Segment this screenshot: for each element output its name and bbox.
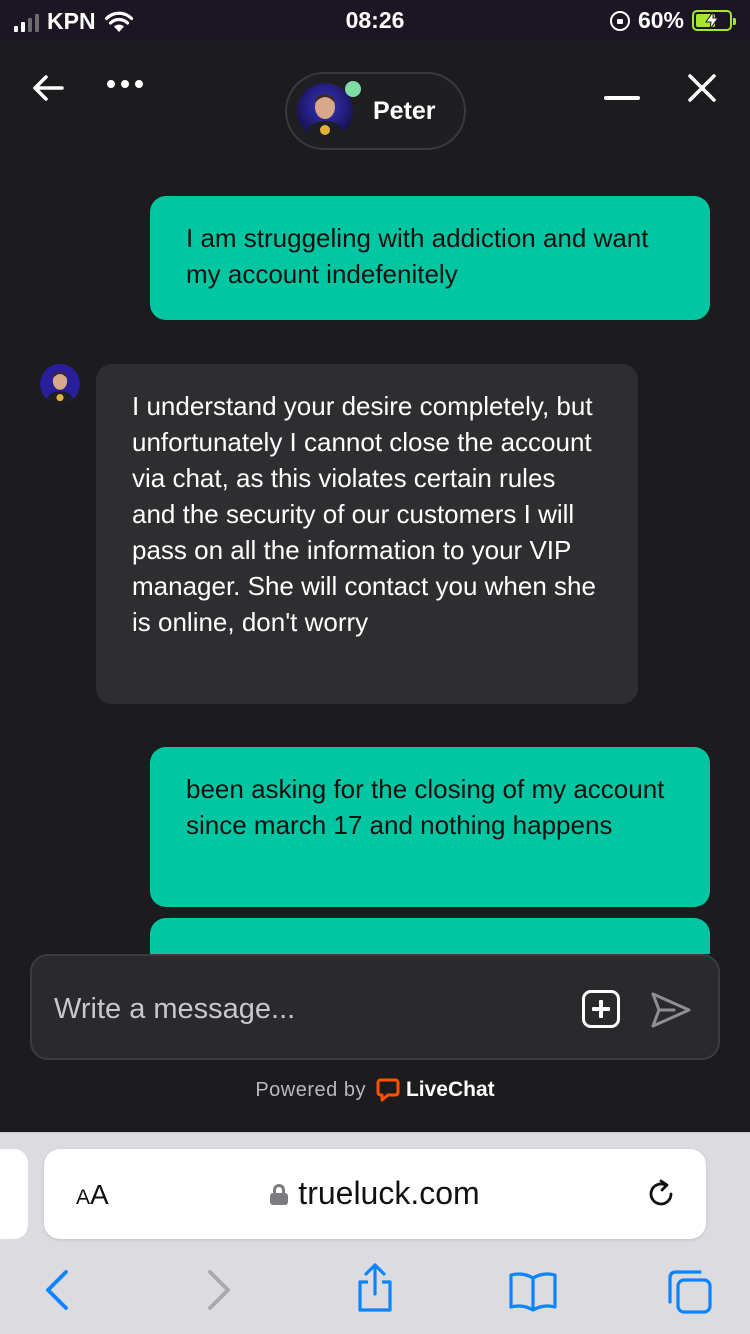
url-display[interactable]: trueluck.com <box>44 1175 706 1212</box>
battery-percent: 60% <box>637 7 684 33</box>
battery-charging-icon <box>692 10 736 31</box>
more-icon[interactable] <box>107 80 143 88</box>
avatar <box>297 81 361 139</box>
bookmarks-icon[interactable] <box>508 1270 558 1312</box>
browser-address-area: AA trueluck.com <box>0 1132 750 1252</box>
forward-icon[interactable] <box>204 1266 234 1314</box>
chat-header: Peter <box>0 40 750 170</box>
minimize-icon[interactable] <box>604 96 640 100</box>
add-attachment-icon[interactable] <box>582 990 620 1028</box>
online-status-dot <box>345 81 361 97</box>
visitor-message: I am struggeling with addiction and want… <box>150 196 710 320</box>
visitor-message: been asking for the closing of my accoun… <box>150 747 710 907</box>
livechat-brand-label: LiveChat <box>405 1078 495 1101</box>
back-icon[interactable] <box>42 1266 72 1314</box>
powered-by-label: Powered by <box>255 1078 366 1101</box>
agent-avatar-small <box>40 364 80 404</box>
message-list[interactable]: I am struggeling with addiction and want… <box>0 170 750 954</box>
reload-icon[interactable] <box>644 1177 678 1211</box>
orientation-lock-icon <box>609 10 630 31</box>
message-composer <box>30 954 720 1060</box>
back-arrow-icon[interactable] <box>30 70 66 106</box>
livechat-brand[interactable]: LiveChat <box>376 1078 495 1102</box>
message-input[interactable] <box>54 984 574 1034</box>
visitor-message-partial <box>150 918 710 954</box>
close-icon[interactable] <box>686 72 718 104</box>
agent-pill[interactable]: Peter <box>285 72 466 150</box>
agent-name: Peter <box>373 96 436 125</box>
share-icon[interactable] <box>354 1262 396 1314</box>
status-bar: KPN 08:26 60% <box>0 0 750 40</box>
tabs-icon[interactable] <box>666 1268 714 1316</box>
browser-toolbar <box>0 1252 750 1334</box>
address-bar[interactable]: AA trueluck.com <box>44 1149 706 1239</box>
url-text: trueluck.com <box>298 1175 480 1211</box>
powered-by[interactable]: Powered by LiveChat <box>0 1078 750 1102</box>
agent-message: I understand your desire completely, but… <box>96 364 638 704</box>
status-right: 60% <box>609 7 736 34</box>
send-icon[interactable] <box>650 990 692 1030</box>
padlock-icon <box>270 1183 289 1205</box>
previous-tab-preview[interactable] <box>0 1149 28 1239</box>
livechat-logo-icon <box>376 1078 400 1102</box>
